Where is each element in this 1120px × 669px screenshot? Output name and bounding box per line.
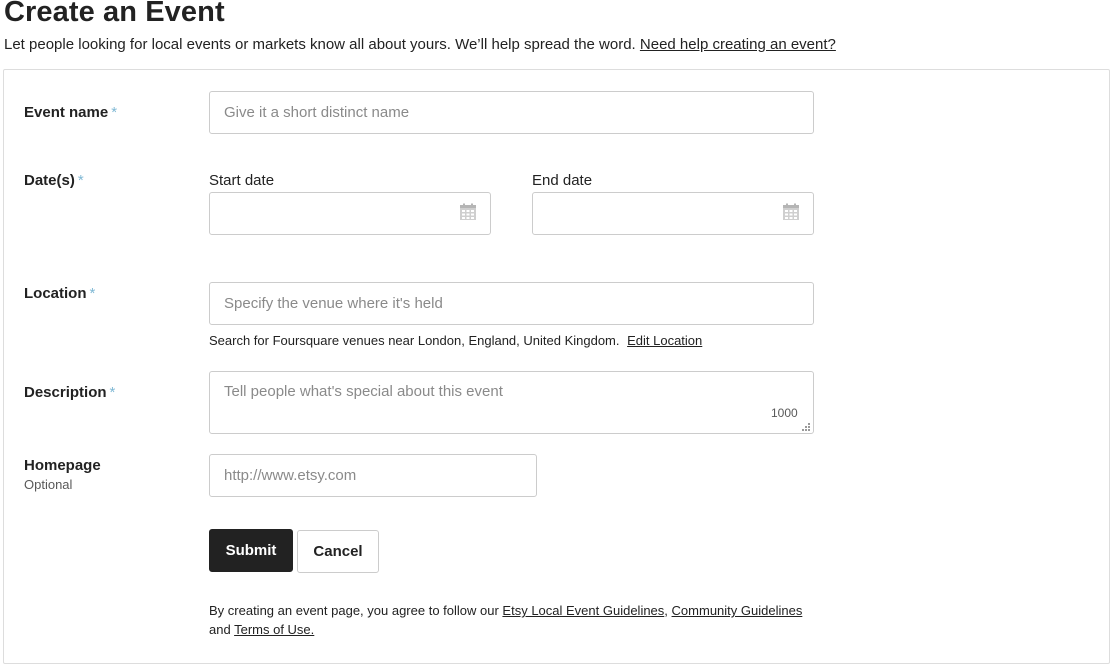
resize-grip-icon[interactable]: [800, 421, 810, 431]
location-hint: Search for Foursquare venues near London…: [209, 333, 702, 348]
intro-text: Let people looking for local events or m…: [4, 36, 836, 53]
page-title: Create an Event: [4, 0, 225, 28]
end-date-input[interactable]: [532, 192, 814, 235]
legal-prefix: By creating an event page, you agree to …: [209, 603, 499, 618]
description-textarea[interactable]: [209, 371, 814, 434]
homepage-optional-label: Optional: [24, 477, 73, 492]
required-marker: *: [111, 104, 118, 121]
event-form-card: [3, 69, 1110, 664]
homepage-label: Homepage: [24, 457, 101, 474]
event-name-label: Event name *: [24, 104, 117, 121]
start-date-input[interactable]: [209, 192, 491, 235]
location-label-text: Location: [24, 285, 87, 302]
intro-description: Let people looking for local events or m…: [4, 36, 636, 53]
event-name-input[interactable]: [209, 91, 814, 134]
calendar-icon[interactable]: [782, 203, 800, 221]
location-label: Location *: [24, 285, 95, 302]
location-hint-text: Search for Foursquare venues near London…: [209, 333, 620, 348]
submit-button[interactable]: Submit: [209, 529, 293, 572]
dates-label: Date(s) *: [24, 172, 84, 189]
cancel-button[interactable]: Cancel: [297, 530, 379, 573]
legal-and: and: [209, 622, 231, 637]
description-label: Description *: [24, 384, 115, 401]
start-date-label: Start date: [209, 172, 275, 189]
required-marker: *: [77, 172, 84, 189]
legal-separator: ,: [664, 603, 668, 618]
edit-location-link[interactable]: Edit Location: [627, 333, 702, 348]
char-counter: 1000: [771, 406, 798, 420]
homepage-input[interactable]: [209, 454, 537, 497]
community-guidelines-link[interactable]: Community Guidelines: [672, 603, 803, 618]
create-event-page: Create an Event Let people looking for l…: [0, 0, 1120, 669]
legal-notice: By creating an event page, you agree to …: [209, 601, 809, 639]
help-link[interactable]: Need help creating an event?: [640, 36, 836, 53]
required-marker: *: [109, 384, 116, 401]
calendar-icon[interactable]: [459, 203, 477, 221]
required-marker: *: [89, 285, 96, 302]
end-date-label: End date: [532, 172, 593, 189]
terms-of-use-link[interactable]: Terms of Use.: [234, 622, 314, 637]
event-guidelines-link[interactable]: Etsy Local Event Guidelines: [502, 603, 664, 618]
description-label-text: Description: [24, 384, 107, 401]
event-name-label-text: Event name: [24, 104, 109, 121]
location-input[interactable]: [209, 282, 814, 325]
dates-label-text: Date(s): [24, 172, 75, 189]
